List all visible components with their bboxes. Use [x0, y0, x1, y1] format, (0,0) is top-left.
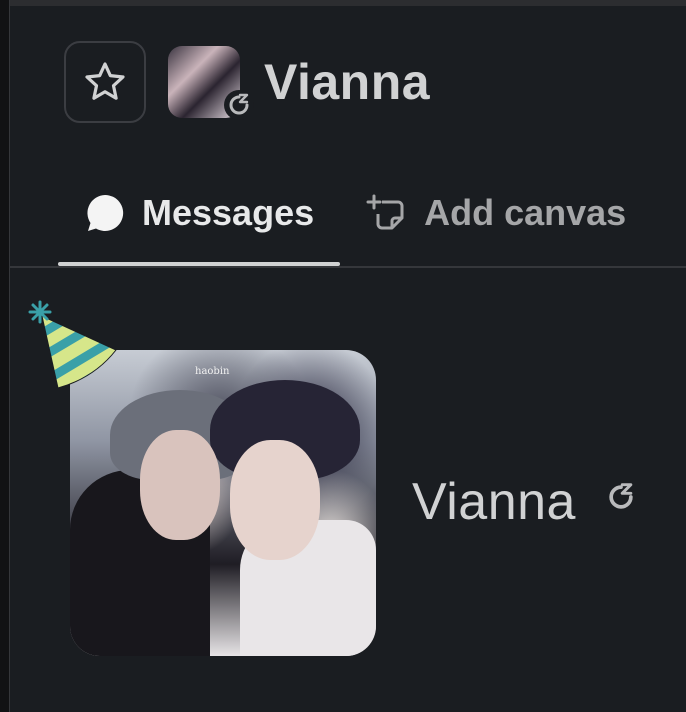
sidebar-edge: [0, 0, 10, 712]
star-button[interactable]: [64, 41, 146, 123]
channel-title[interactable]: Vianna: [264, 57, 430, 107]
tab-add-canvas-label: Add canvas: [424, 192, 627, 233]
tab-add-canvas[interactable]: Add canvas: [340, 182, 652, 244]
photo-watermark: haobin: [195, 366, 230, 377]
canvas-add-icon: [366, 192, 408, 234]
profile-name[interactable]: Vianna: [412, 476, 576, 528]
tab-messages-label: Messages: [142, 192, 315, 233]
window-top-border: [0, 0, 686, 6]
tab-bar: Messages Add canvas: [58, 182, 652, 268]
tab-messages[interactable]: Messages: [58, 182, 341, 266]
star-icon: [85, 62, 125, 100]
message-bubble-icon: [84, 192, 126, 234]
dnd-snooze-icon: [224, 90, 254, 120]
channel-header: Vianna: [64, 40, 430, 124]
party-hat-icon: [28, 300, 117, 389]
dnd-snooze-icon: [604, 480, 638, 514]
profile-photo[interactable]: haobin: [70, 350, 376, 656]
user-avatar[interactable]: [168, 46, 254, 120]
header-divider: [10, 266, 686, 268]
